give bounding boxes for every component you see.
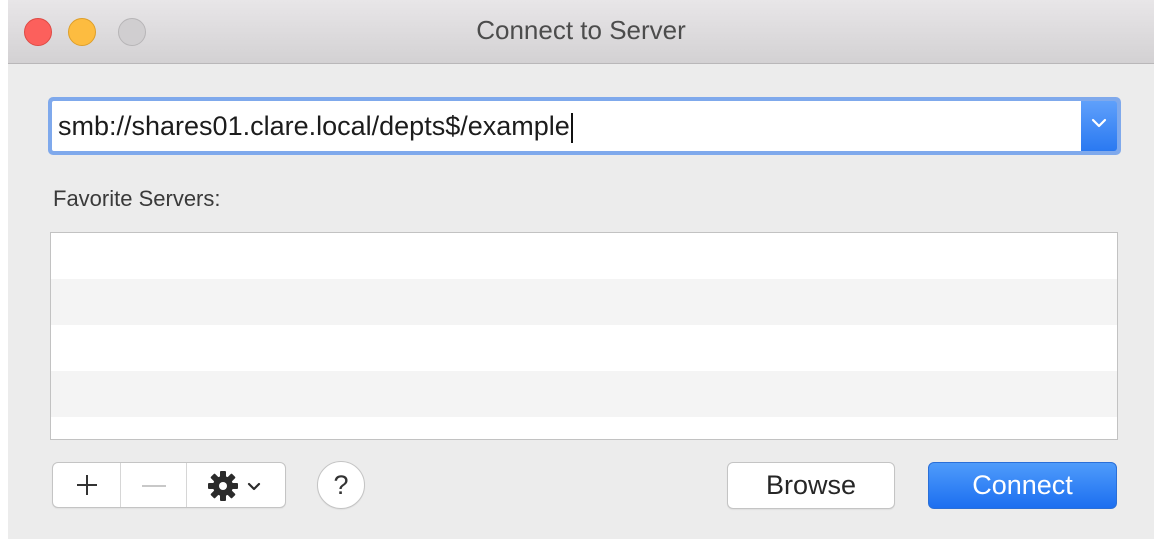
chevron-down-icon [1091, 118, 1107, 128]
list-row [51, 325, 1117, 371]
list-row [51, 233, 1117, 279]
plus-icon [77, 475, 97, 495]
title-bar: Connect to Server [8, 0, 1154, 64]
add-favorite-button[interactable] [53, 463, 121, 507]
browse-button[interactable]: Browse [727, 462, 895, 509]
gear-icon [208, 471, 238, 501]
list-row [51, 371, 1117, 417]
favorites-segmented-control [52, 462, 286, 508]
server-address-combobox: smb://shares01.clare.local/depts$/exampl… [48, 97, 1121, 155]
help-button[interactable]: ? [317, 461, 365, 509]
list-row [51, 417, 1117, 439]
text-caret [570, 112, 573, 143]
favorite-servers-label: Favorite Servers: [53, 186, 221, 211]
recent-servers-dropdown-button[interactable] [1081, 101, 1117, 151]
window-title: Connect to Server [476, 15, 686, 45]
connect-button[interactable]: Connect [928, 462, 1117, 509]
connect-to-server-window: Connect to Server smb://shares01.clare.l… [8, 0, 1154, 539]
remove-favorite-button[interactable] [121, 463, 187, 507]
server-address-input[interactable]: smb://shares01.clare.local/depts$/exampl… [52, 101, 1081, 151]
minus-icon [142, 485, 166, 487]
server-address-text: smb://shares01.clare.local/depts$/exampl… [58, 111, 570, 141]
action-menu-button[interactable] [187, 463, 285, 507]
chevron-down-icon [247, 482, 261, 491]
favorite-servers-list[interactable] [50, 232, 1118, 440]
list-row [51, 279, 1117, 325]
